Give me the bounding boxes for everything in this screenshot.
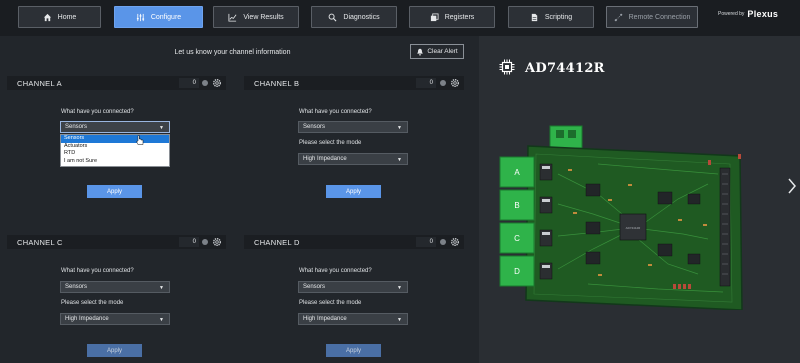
channel-a-connected-select[interactable]: Sensors ▼ [60, 121, 170, 133]
channel-a-header: CHANNEL A 0 [7, 76, 226, 90]
channel-c-gear-icon[interactable] [212, 237, 222, 247]
chevron-down-icon: ▼ [397, 125, 402, 131]
pcb-board-image: A B C D AD74412R [499, 125, 743, 310]
chevron-down-icon: ▼ [159, 317, 164, 323]
nav-diagnostics-label: Diagnostics [343, 13, 380, 21]
channel-a-gear-icon[interactable] [212, 78, 222, 88]
channel-d-connected-select[interactable]: Sensors ▼ [298, 281, 408, 293]
channel-c-title: CHANNEL C [17, 238, 63, 247]
channel-c-connected-select[interactable]: Sensors ▼ [60, 281, 170, 293]
hand-cursor-icon [136, 135, 144, 145]
channel-c-question: What have you connected? [61, 268, 134, 274]
channel-c-mode-select[interactable]: High Impedance ▼ [60, 313, 170, 325]
channel-d-connected-value: Sensors [303, 284, 326, 290]
nav-home-label: Home [57, 13, 77, 21]
powered-by-text: Powered by [718, 11, 745, 17]
chevron-down-icon: ▼ [159, 285, 164, 291]
dropdown-option-sensors[interactable]: Sensors [61, 135, 169, 143]
page-headline: Let us know your channel information [174, 49, 291, 56]
channel-d-title: CHANNEL D [254, 238, 300, 247]
terminal-label-c: C [514, 234, 520, 243]
brand: Powered by Plexus [718, 9, 778, 19]
channel-c-mode-value: High Impedance [65, 316, 109, 322]
chevron-down-icon: ▼ [159, 125, 164, 131]
chevron-down-icon: ▼ [397, 317, 402, 323]
nav-view-results-button[interactable]: View Results [213, 6, 299, 28]
top-nav: Home Configure View Results Diagnostics … [0, 0, 800, 36]
channel-d-mode-select[interactable]: High Impedance ▼ [298, 313, 408, 325]
channel-c-header: CHANNEL C 0 [7, 235, 226, 249]
nav-registers-button[interactable]: Registers [409, 6, 495, 28]
dropdown-option-not-sure[interactable]: I am not Sure [61, 158, 169, 166]
channel-b-status-dot [440, 80, 446, 86]
channel-d-mode-label: Please select the mode [299, 300, 362, 306]
nav-scripting-button[interactable]: Scripting [508, 6, 594, 28]
channel-b-question: What have you connected? [299, 109, 372, 115]
channel-a-question: What have you connected? [61, 109, 134, 115]
channel-d-gear-icon[interactable] [450, 237, 460, 247]
channel-b-header: CHANNEL B 0 [244, 76, 464, 90]
nav-registers-label: Registers [444, 13, 475, 21]
channel-b-mode-select[interactable]: High Impedance ▼ [298, 153, 408, 165]
terminal-label-a: A [514, 168, 520, 177]
channel-b-apply-button[interactable]: Apply [326, 185, 381, 198]
channel-b-gear-icon[interactable] [450, 78, 460, 88]
nav-home-button[interactable]: Home [18, 6, 101, 28]
channel-c-connected-value: Sensors [65, 284, 88, 290]
channel-d-apply-button[interactable]: Apply [326, 344, 381, 357]
channel-a-dropdown-list: Sensors Actuators RTD I am not Sure [60, 134, 170, 167]
chip-icon [499, 59, 515, 75]
channel-d-question: What have you connected? [299, 268, 372, 274]
channel-a-count: 0 [179, 78, 199, 88]
nav-remote-connection-button[interactable]: Remote Connection [606, 6, 698, 28]
registers-icon [430, 12, 439, 21]
channel-b-connected-value: Sensors [303, 124, 326, 130]
connection-icon [614, 13, 622, 21]
nav-scripting-label: Scripting [544, 13, 573, 21]
chart-icon [228, 13, 237, 22]
channel-c-count: 0 [179, 237, 199, 247]
nav-configure-label: Configure [150, 13, 182, 21]
nav-view-results-label: View Results [243, 13, 284, 21]
channel-a-title: CHANNEL A [17, 79, 62, 88]
channel-c-apply-button[interactable]: Apply [87, 344, 142, 357]
dropdown-option-rtd[interactable]: RTD [61, 150, 169, 158]
channel-b-count: 0 [416, 78, 436, 88]
channel-b-connected-select[interactable]: Sensors ▼ [298, 121, 408, 133]
chevron-down-icon: ▼ [397, 157, 402, 163]
channel-d-mode-value: High Impedance [303, 316, 347, 322]
dropdown-option-actuators[interactable]: Actuators [61, 143, 169, 151]
channel-a-apply-button[interactable]: Apply [87, 185, 142, 198]
sliders-icon [136, 13, 144, 21]
channel-c-mode-label: Please select the mode [61, 300, 124, 306]
channel-b-mode-value: High Impedance [303, 156, 347, 162]
channel-d-header: CHANNEL D 0 [244, 235, 464, 249]
nav-remote-connection-label: Remote Connection [628, 13, 691, 21]
channel-c-status-dot [202, 239, 208, 245]
main-chip-marking: AD74412R [626, 226, 642, 230]
search-icon [329, 13, 337, 21]
terminal-label-d: D [514, 267, 520, 276]
terminal-label-b: B [514, 201, 519, 210]
channel-d-status-dot [440, 239, 446, 245]
nav-diagnostics-button[interactable]: Diagnostics [311, 6, 397, 28]
bell-icon [417, 48, 424, 56]
channel-a-connected-value: Sensors [65, 124, 88, 130]
product-title: AD74412R [525, 61, 605, 76]
home-icon [43, 13, 51, 21]
plexus-logo: Plexus [747, 9, 779, 19]
clear-alert-button[interactable]: Clear Alert [410, 44, 464, 59]
channel-b-title: CHANNEL B [254, 79, 300, 88]
chevron-down-icon: ▼ [397, 285, 402, 291]
nav-configure-button[interactable]: Configure [114, 6, 203, 28]
channel-d-count: 0 [416, 237, 436, 247]
channel-a-status-dot [202, 80, 208, 86]
clear-alert-label: Clear Alert [427, 48, 458, 55]
document-icon [531, 13, 538, 21]
channel-b-mode-label: Please select the mode [299, 140, 362, 146]
chevron-right-icon[interactable] [787, 178, 797, 194]
